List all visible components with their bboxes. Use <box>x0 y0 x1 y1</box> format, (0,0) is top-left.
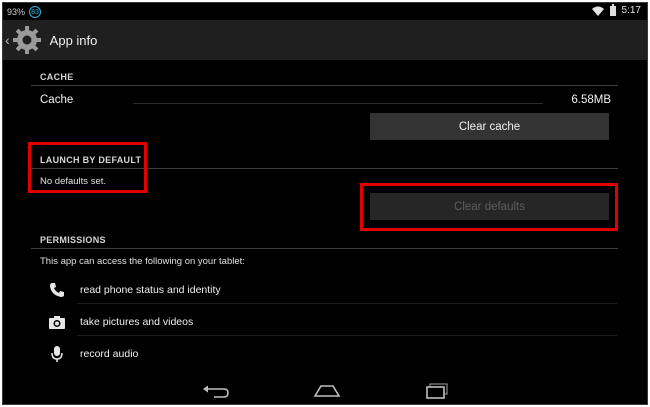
phone-icon <box>47 281 67 299</box>
camera-icon <box>47 313 67 331</box>
app-info-content[interactable]: CACHE Cache 6.58MB Clear cache LAUNCH BY… <box>3 60 647 374</box>
permission-divider <box>77 335 617 336</box>
clock-time: 5:17 <box>621 5 641 16</box>
status-bar: 93% 83 5:17 <box>3 3 647 20</box>
cache-size-value: 6.58MB <box>571 94 611 106</box>
up-caret-icon[interactable]: ‹ <box>5 32 10 48</box>
tablet-screen: 93% 83 5:17 ‹ App info CACHE Cache 6.58M… <box>2 2 648 405</box>
recent-apps-icon[interactable] <box>422 382 452 400</box>
home-icon[interactable] <box>312 382 342 400</box>
cache-bar-track <box>133 103 543 104</box>
battery-percent-text: 93% <box>7 7 26 17</box>
highlight-launch-default <box>28 142 147 193</box>
permission-item[interactable]: read phone status and identity <box>47 281 221 299</box>
permissions-divider <box>31 248 618 249</box>
cache-label: Cache <box>40 94 74 106</box>
permission-divider <box>77 303 617 304</box>
permission-item[interactable]: record audio <box>47 345 138 363</box>
permissions-section-header: PERMISSIONS <box>40 235 106 245</box>
cache-divider <box>31 85 618 86</box>
status-left: 93% 83 <box>7 6 42 18</box>
navigation-bar <box>3 374 647 404</box>
microphone-icon <box>47 345 67 363</box>
back-icon[interactable] <box>201 382 231 400</box>
action-bar: ‹ App info <box>3 20 647 60</box>
battery-icon <box>609 3 616 16</box>
page-title: App info <box>49 32 98 48</box>
permission-label: take pictures and videos <box>80 316 194 328</box>
permission-label: record audio <box>80 348 139 360</box>
permission-label: read phone status and identity <box>80 284 221 296</box>
settings-gear-icon[interactable] <box>12 25 42 55</box>
highlight-clear-defaults <box>360 183 618 231</box>
screen-frame: 93% 83 5:17 ‹ App info CACHE Cache 6.58M… <box>0 0 650 407</box>
permission-item[interactable]: take pictures and videos <box>47 313 193 331</box>
permissions-intro-text: This app can access the following on you… <box>40 256 245 267</box>
notification-badge: 83 <box>29 6 42 18</box>
clear-cache-button[interactable]: Clear cache <box>370 113 609 140</box>
wifi-icon <box>591 6 604 16</box>
status-right: 5:17 <box>591 3 641 16</box>
cache-section-header: CACHE <box>40 72 74 82</box>
